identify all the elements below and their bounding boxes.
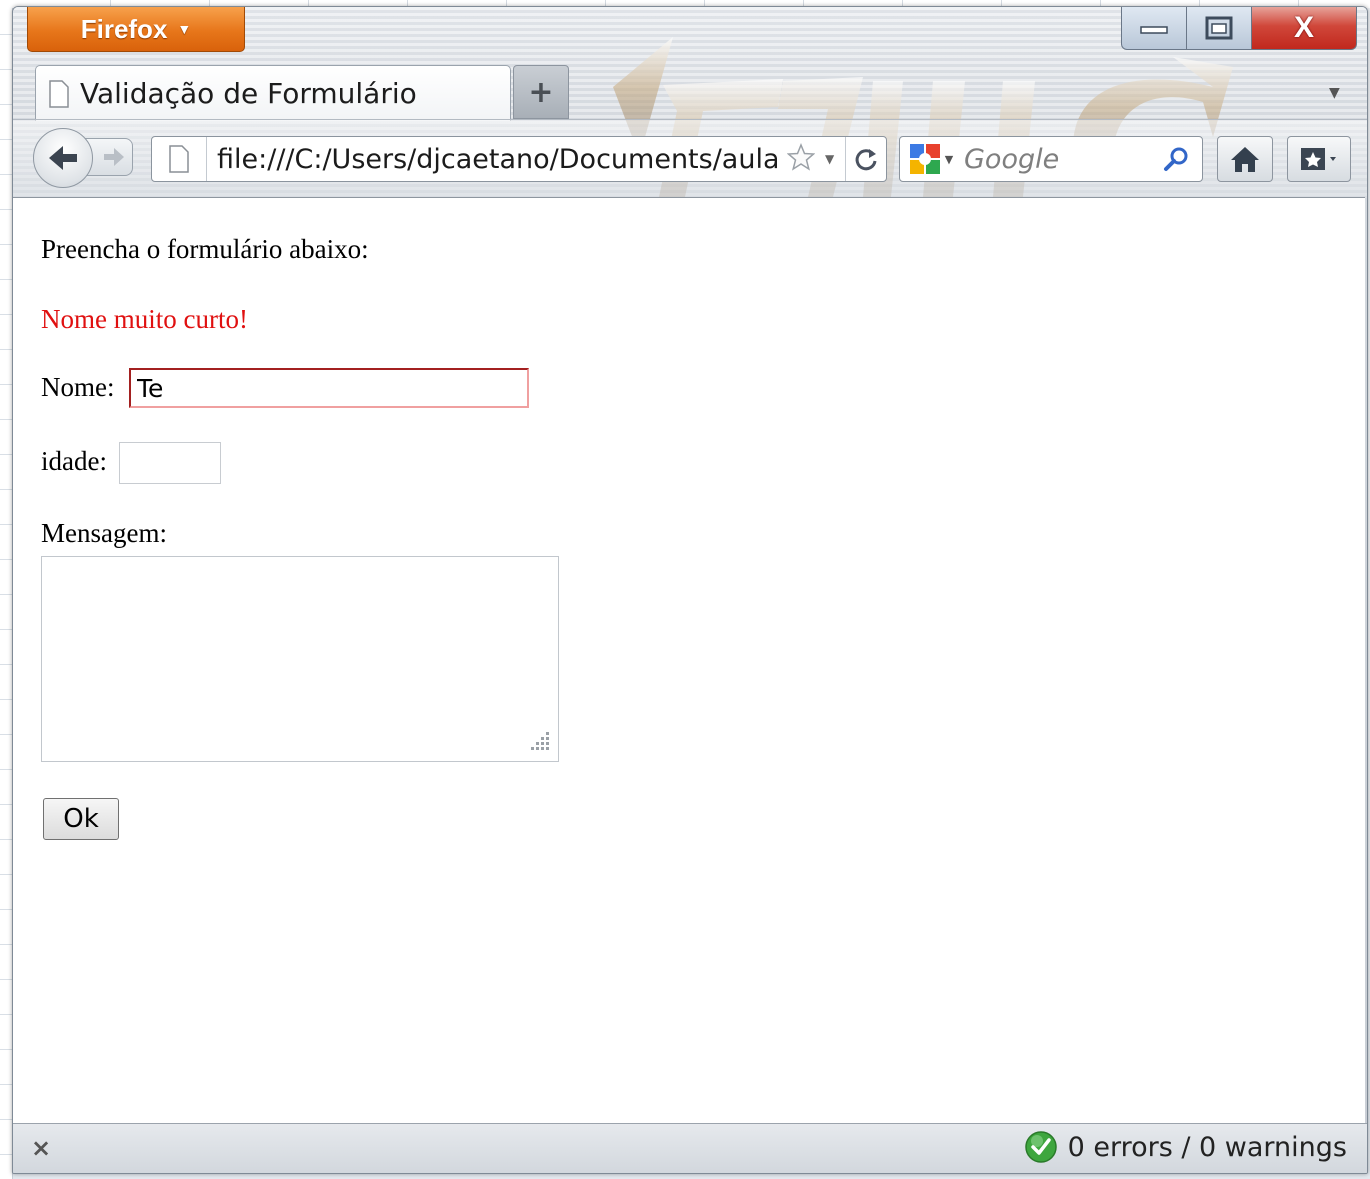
ok-button[interactable]: Ok bbox=[43, 798, 119, 840]
bookmark-star-icon[interactable] bbox=[786, 143, 816, 175]
search-icon bbox=[1164, 147, 1188, 171]
tab-list-button[interactable]: ▼ bbox=[1329, 85, 1340, 101]
chevron-down-icon: ▼ bbox=[177, 21, 192, 37]
new-tab-button[interactable]: + bbox=[513, 65, 569, 119]
browser-window: Firefox ▼ X Validação de Formulário + ▼ bbox=[12, 6, 1368, 1174]
mensagem-label: Mensagem: bbox=[41, 518, 167, 548]
close-addon-bar-icon[interactable]: × bbox=[31, 1134, 51, 1162]
navigation-toolbar: file:///C:/Users/djcaetano/Documents/aul… bbox=[13, 119, 1367, 198]
reload-icon bbox=[855, 149, 877, 171]
close-icon: X bbox=[1293, 11, 1314, 44]
reload-button[interactable] bbox=[845, 137, 886, 181]
maximize-button[interactable] bbox=[1187, 7, 1252, 50]
close-window-button[interactable]: X bbox=[1252, 7, 1357, 50]
window-controls: X bbox=[1121, 7, 1357, 51]
history-dropdown-icon[interactable]: ▼ bbox=[825, 152, 834, 166]
plus-icon: + bbox=[528, 74, 554, 110]
form-intro-text: Preencha o formulário abaixo: bbox=[41, 234, 369, 264]
page-icon bbox=[49, 79, 69, 108]
forward-arrow-icon bbox=[104, 148, 124, 166]
minimize-button[interactable] bbox=[1121, 7, 1187, 50]
search-input[interactable] bbox=[962, 142, 1156, 176]
url-text[interactable]: file:///C:/Users/djcaetano/Documents/aul… bbox=[217, 144, 777, 175]
html-validator-status[interactable]: 0 errors / 0 warnings bbox=[1024, 1130, 1347, 1164]
google-icon bbox=[909, 144, 940, 174]
back-arrow-icon bbox=[49, 146, 77, 170]
bookmarks-button[interactable] bbox=[1287, 136, 1351, 182]
firefox-menu-label: Firefox bbox=[80, 13, 168, 44]
status-bar: × 0 errors / 0 warnings bbox=[13, 1123, 1367, 1173]
check-icon bbox=[1024, 1131, 1057, 1163]
tab-title: Validação de Formulário bbox=[80, 77, 417, 110]
nome-label: Nome: bbox=[41, 372, 115, 402]
chevron-down-icon: ▼ bbox=[1329, 85, 1340, 101]
validator-status-text: 0 errors / 0 warnings bbox=[1067, 1131, 1347, 1163]
site-identity-button[interactable] bbox=[152, 137, 207, 181]
search-engine-button[interactable]: ▼ bbox=[900, 143, 962, 175]
chevron-down-icon: ▼ bbox=[944, 152, 954, 166]
idade-label: idade: bbox=[41, 446, 107, 476]
mensagem-textarea[interactable] bbox=[41, 556, 559, 762]
validation-error-message: Nome muito curto! bbox=[41, 304, 248, 334]
page-icon bbox=[169, 145, 189, 173]
minimize-icon bbox=[1140, 26, 1168, 34]
nome-input[interactable] bbox=[129, 368, 529, 408]
back-button[interactable] bbox=[33, 128, 93, 188]
firefox-menu-button[interactable]: Firefox ▼ bbox=[27, 7, 245, 52]
resize-grip-icon[interactable] bbox=[527, 728, 551, 752]
page-content: Preencha o formulário abaixo: Nome muito… bbox=[13, 197, 1365, 1124]
bookmarks-icon bbox=[1301, 148, 1336, 170]
back-forward-group bbox=[33, 128, 133, 188]
url-bar[interactable]: file:///C:/Users/djcaetano/Documents/aul… bbox=[151, 136, 887, 182]
search-go-button[interactable] bbox=[1156, 146, 1196, 172]
idade-input[interactable] bbox=[119, 442, 221, 484]
restore-icon bbox=[1205, 16, 1233, 40]
search-bar[interactable]: ▼ bbox=[899, 136, 1203, 182]
home-icon bbox=[1231, 147, 1259, 172]
home-button[interactable] bbox=[1217, 136, 1273, 182]
tab-active[interactable]: Validação de Formulário bbox=[35, 65, 511, 121]
